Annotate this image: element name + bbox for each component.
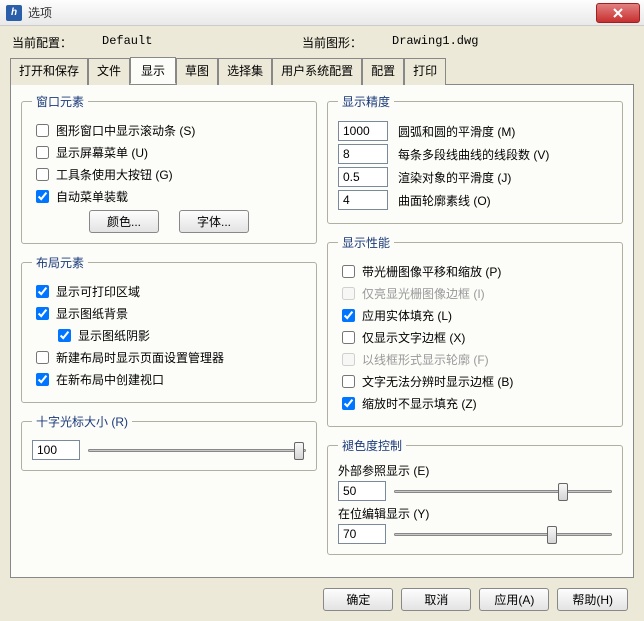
slider-track: [394, 533, 612, 536]
help-button[interactable]: 帮助(H): [557, 588, 628, 611]
group-fade: 褪色度控制 外部参照显示 (E) 在位编辑显示 (Y): [327, 437, 623, 555]
font-button[interactable]: 字体...: [179, 210, 249, 233]
tab-user-sys[interactable]: 用户系统配置: [272, 58, 362, 85]
render-smooth-label: 渲染对象的平滑度 (J): [398, 169, 511, 186]
xref-fade-slider[interactable]: [394, 481, 612, 501]
tab-file[interactable]: 文件: [88, 58, 130, 85]
title-bar: h 选项: [0, 0, 644, 26]
chk-scrollbars[interactable]: 图形窗口中显示滚动条 (S): [32, 121, 195, 140]
tab-display[interactable]: 显示: [130, 57, 176, 84]
close-icon: [612, 8, 624, 18]
tab-bar: 打开和保存 文件 显示 草图 选择集 用户系统配置 配置 打印: [10, 57, 634, 85]
chk-page-setup[interactable]: 新建布局时显示页面设置管理器: [32, 348, 224, 367]
ok-button[interactable]: 确定: [323, 588, 393, 611]
chk-text-frame[interactable]: 仅显示文字边框 (X): [338, 328, 465, 347]
slider-thumb[interactable]: [547, 526, 557, 544]
legend-crosshair: 十字光标大小 (R): [32, 413, 132, 430]
group-precision: 显示精度 圆弧和圆的平滑度 (M) 每条多段线曲线的线段数 (V) 渲染对象的平…: [327, 93, 623, 224]
chk-large-buttons[interactable]: 工具条使用大按钮 (G): [32, 165, 173, 184]
current-profile-label: 当前配置：: [12, 34, 102, 51]
chk-raster-frame: 仅亮显光栅图像边框 (I): [338, 284, 485, 303]
chk-zoom-nofill[interactable]: 缩放时不显示填充 (Z): [338, 394, 477, 413]
right-column: 显示精度 圆弧和圆的平滑度 (M) 每条多段线曲线的线段数 (V) 渲染对象的平…: [327, 93, 623, 565]
current-drawing-label: 当前图形：: [302, 34, 392, 51]
close-button[interactable]: [596, 3, 640, 23]
tab-config[interactable]: 配置: [362, 58, 404, 85]
inplace-fade-label: 在位编辑显示 (Y): [338, 505, 612, 522]
app-icon: h: [6, 5, 22, 21]
group-layout-elements: 布局元素 显示可打印区域 显示图纸背景 显示图纸阴影 新建布局时显示页面设置管理…: [21, 254, 317, 403]
dialog-footer: 确定 取消 应用(A) 帮助(H): [10, 578, 634, 611]
chk-paper-bg[interactable]: 显示图纸背景: [32, 304, 128, 323]
current-drawing-value: Drawing1.dwg: [392, 34, 592, 51]
surface-line-label: 曲面轮廓素线 (O): [398, 192, 491, 209]
chk-text-unreadable[interactable]: 文字无法分辨时显示边框 (B): [338, 372, 513, 391]
slider-track: [88, 449, 306, 452]
legend-fade: 褪色度控制: [338, 437, 406, 454]
cancel-button[interactable]: 取消: [401, 588, 471, 611]
poly-seg-label: 每条多段线曲线的线段数 (V): [398, 146, 549, 163]
legend-precision: 显示精度: [338, 93, 394, 110]
group-window-elements: 窗口元素 图形窗口中显示滚动条 (S) 显示屏幕菜单 (U) 工具条使用大按钮 …: [21, 93, 317, 244]
inplace-fade-input[interactable]: [338, 524, 386, 544]
arc-smooth-label: 圆弧和圆的平滑度 (M): [398, 123, 515, 140]
chk-wire-silhouette: 以线框形式显示轮廓 (F): [338, 350, 489, 369]
poly-seg-input[interactable]: [338, 144, 388, 164]
chk-raster-pan[interactable]: 带光栅图像平移和缩放 (P): [338, 262, 501, 281]
legend-layout-elements: 布局元素: [32, 254, 88, 271]
tab-open-save[interactable]: 打开和保存: [10, 58, 88, 85]
xref-fade-input[interactable]: [338, 481, 386, 501]
tab-print[interactable]: 打印: [404, 58, 446, 85]
left-column: 窗口元素 图形窗口中显示滚动条 (S) 显示屏幕菜单 (U) 工具条使用大按钮 …: [21, 93, 317, 565]
render-smooth-input[interactable]: [338, 167, 388, 187]
legend-window-elements: 窗口元素: [32, 93, 88, 110]
chk-solid-fill[interactable]: 应用实体填充 (L): [338, 306, 452, 325]
group-crosshair: 十字光标大小 (R): [21, 413, 317, 471]
config-row: 当前配置： Default 当前图形： Drawing1.dwg: [10, 32, 634, 57]
xref-fade-label: 外部参照显示 (E): [338, 462, 612, 479]
group-performance: 显示性能 带光栅图像平移和缩放 (P) 仅亮显光栅图像边框 (I) 应用实体填充…: [327, 234, 623, 427]
color-button[interactable]: 颜色...: [89, 210, 159, 233]
legend-performance: 显示性能: [338, 234, 394, 251]
current-profile-value: Default: [102, 34, 302, 51]
crosshair-slider[interactable]: [88, 440, 306, 460]
arc-smooth-input[interactable]: [338, 121, 388, 141]
crosshair-input[interactable]: [32, 440, 80, 460]
chk-paper-shadow[interactable]: 显示图纸阴影: [54, 326, 150, 345]
chk-screen-menu[interactable]: 显示屏幕菜单 (U): [32, 143, 148, 162]
chk-viewport[interactable]: 在新布局中创建视口: [32, 370, 164, 389]
chk-printable[interactable]: 显示可打印区域: [32, 282, 140, 301]
tab-selection[interactable]: 选择集: [218, 58, 272, 85]
slider-thumb[interactable]: [294, 442, 304, 460]
inplace-fade-slider[interactable]: [394, 524, 612, 544]
surface-line-input[interactable]: [338, 190, 388, 210]
tab-panel: 窗口元素 图形窗口中显示滚动条 (S) 显示屏幕菜单 (U) 工具条使用大按钮 …: [10, 85, 634, 578]
tab-sketch[interactable]: 草图: [176, 58, 218, 85]
slider-track: [394, 490, 612, 493]
slider-thumb[interactable]: [558, 483, 568, 501]
window-title: 选项: [28, 4, 596, 21]
dialog-body: 当前配置： Default 当前图形： Drawing1.dwg 打开和保存 文…: [0, 26, 644, 621]
apply-button[interactable]: 应用(A): [479, 588, 549, 611]
chk-auto-menu[interactable]: 自动菜单装载: [32, 187, 128, 206]
